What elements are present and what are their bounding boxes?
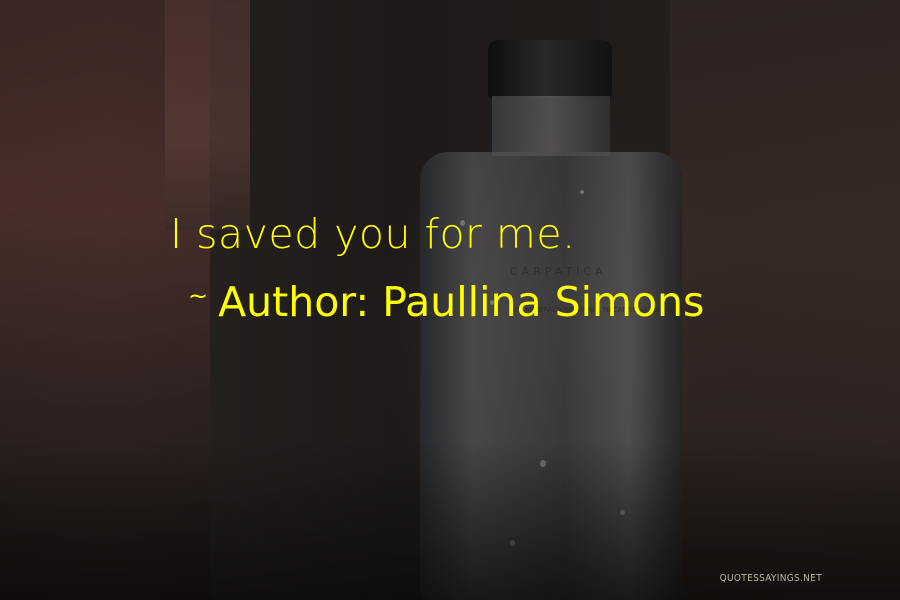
- quote-text: I saved you for me.: [170, 210, 576, 258]
- bottle-neck: [492, 96, 610, 156]
- author-line: ~ Author: Paullina Simons: [188, 272, 704, 326]
- water-droplet: [580, 190, 584, 194]
- bottle-cap: [488, 40, 612, 98]
- site-watermark: QUOTESSAYINGS.NET: [719, 573, 822, 584]
- quote-image: CARPATICA APA MINERALA NATURALA NECARBOG…: [0, 0, 900, 600]
- background-window: [165, 0, 250, 230]
- author-label: Author:: [218, 278, 370, 326]
- author-name: Paullina Simons: [382, 278, 705, 326]
- tilde-mark: ~: [188, 282, 209, 310]
